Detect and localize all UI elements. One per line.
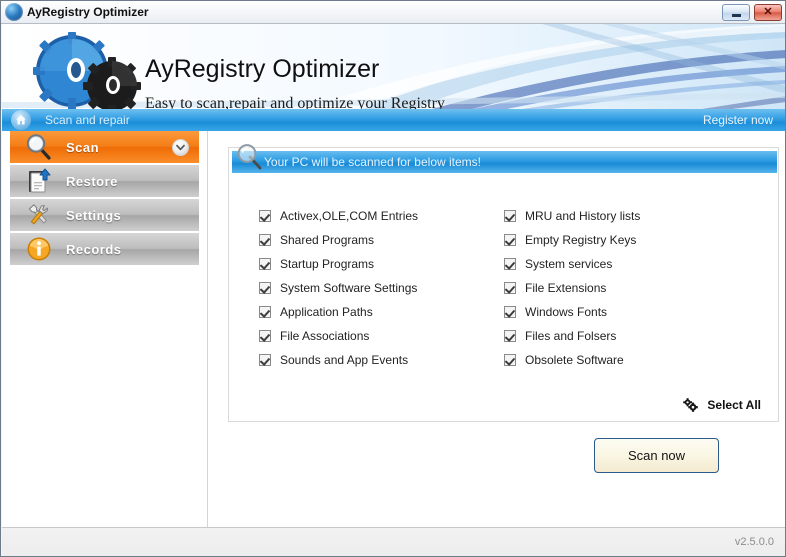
list-item[interactable]: Activex,OLE,COM Entries (259, 204, 481, 228)
list-item-label: MRU and History lists (525, 209, 641, 223)
select-all-button[interactable]: Select All (683, 398, 761, 412)
list-item[interactable]: Startup Programs (259, 252, 481, 276)
select-all-label: Select All (707, 398, 761, 412)
header-banner: AyRegistry Optimizer Easy to scan,repair… (2, 24, 785, 109)
list-item[interactable]: System Software Settings (259, 276, 481, 300)
list-item-label: File Extensions (525, 281, 607, 295)
list-item[interactable]: File Extensions (504, 276, 726, 300)
checkbox-mru-and-history-lists[interactable] (504, 210, 516, 222)
list-item[interactable]: System services (504, 252, 726, 276)
checkbox-application-paths[interactable] (259, 306, 271, 318)
tools-icon (24, 200, 54, 230)
list-item[interactable]: Application Paths (259, 300, 481, 324)
sidebar-item-records[interactable]: Records (10, 233, 199, 267)
scan-now-label: Scan now (627, 448, 686, 463)
application-window: AyRegistry Optimizer ✕ AyRegistry Optimi… (0, 0, 786, 557)
magnifier-icon (237, 144, 262, 170)
checkbox-shared-programs[interactable] (259, 234, 271, 246)
close-icon: ✕ (763, 6, 773, 18)
list-item-label: Sounds and App Events (280, 353, 409, 367)
list-item-label: Activex,OLE,COM Entries (280, 209, 419, 223)
list-item-label: Startup Programs (280, 257, 375, 271)
checkbox-files-and-folsers[interactable] (504, 330, 516, 342)
list-item[interactable]: Files and Folsers (504, 324, 726, 348)
checkbox-windows-fonts[interactable] (504, 306, 516, 318)
checkbox-startup-programs[interactable] (259, 258, 271, 270)
version-label: v2.5.0.0 (734, 536, 774, 548)
checkbox-activex-ole-com-entries[interactable] (259, 210, 271, 222)
sidebar-item-settings[interactable]: Settings (10, 199, 199, 233)
list-item[interactable]: Sounds and App Events (259, 348, 481, 372)
scan-items-right-column: MRU and History lists Empty Registry Key… (504, 204, 726, 372)
checkbox-sounds-and-app-events[interactable] (259, 354, 271, 366)
product-tagline: Easy to scan,repair and optimize your Re… (145, 95, 445, 109)
minimize-icon (731, 13, 741, 17)
main-body: Scan Restore Settings Records Your PC wi… (2, 131, 785, 527)
list-item[interactable]: File Associations (259, 324, 481, 348)
sidebar-item-label: Scan (66, 139, 100, 155)
panel-header-label: Your PC will be scanned for below items! (264, 155, 481, 169)
checkbox-file-extensions[interactable] (504, 282, 516, 294)
panel-header: Your PC will be scanned for below items! (232, 151, 777, 173)
scan-items-left-column: Activex,OLE,COM Entries Shared Programs … (259, 204, 481, 372)
info-icon (24, 234, 54, 264)
register-now-link[interactable]: Register now (703, 113, 773, 127)
magnifier-icon (24, 132, 54, 162)
sidebar-item-label: Records (66, 241, 122, 257)
list-item-label: Windows Fonts (525, 305, 608, 319)
list-item-label: Application Paths (280, 305, 373, 319)
list-item[interactable]: Windows Fonts (504, 300, 726, 324)
list-item-label: Shared Programs (280, 233, 375, 247)
title-bar: AyRegistry Optimizer ✕ (1, 1, 785, 24)
sidebar-item-restore[interactable]: Restore (10, 165, 199, 199)
sidebar: Scan Restore Settings Records (2, 131, 208, 527)
window-controls: ✕ (722, 4, 782, 21)
checkbox-system-software-settings[interactable] (259, 282, 271, 294)
home-icon[interactable] (11, 110, 31, 130)
gears-small-icon (683, 398, 699, 412)
scan-items-panel: Your PC will be scanned for below items!… (228, 144, 780, 422)
list-item-label: Obsolete Software (525, 353, 624, 367)
gear-dark (83, 57, 141, 109)
app-globe-icon (5, 3, 23, 21)
checkbox-empty-registry-keys[interactable] (504, 234, 516, 246)
list-item-label: Files and Folsers (525, 329, 617, 343)
list-item[interactable]: Obsolete Software (504, 348, 726, 372)
content-area: Your PC will be scanned for below items!… (209, 131, 785, 527)
window-title: AyRegistry Optimizer (27, 5, 149, 19)
checkbox-file-associations[interactable] (259, 330, 271, 342)
list-item-label: System services (525, 257, 613, 271)
scan-now-button[interactable]: Scan now (594, 438, 719, 473)
list-item[interactable]: Shared Programs (259, 228, 481, 252)
close-button[interactable]: ✕ (754, 4, 782, 21)
list-item-label: File Associations (280, 329, 370, 343)
list-item[interactable]: MRU and History lists (504, 204, 726, 228)
sidebar-item-label: Settings (66, 207, 122, 223)
list-item[interactable]: Empty Registry Keys (504, 228, 726, 252)
status-bar: v2.5.0.0 (2, 527, 785, 556)
list-item-label: Empty Registry Keys (525, 233, 637, 247)
chevron-down-icon[interactable] (172, 138, 189, 156)
sidebar-item-scan[interactable]: Scan (10, 131, 199, 165)
breadcrumb: Scan and repair (45, 113, 130, 127)
navigation-bar: Scan and repair Register now (2, 109, 785, 131)
list-item-label: System Software Settings (280, 281, 418, 295)
scan-item-columns: Activex,OLE,COM Entries Shared Programs … (229, 204, 780, 372)
sidebar-item-label: Restore (66, 173, 118, 189)
checkbox-obsolete-software[interactable] (504, 354, 516, 366)
minimize-button[interactable] (722, 4, 750, 21)
product-title: AyRegistry Optimizer (145, 55, 380, 83)
restore-icon (24, 166, 54, 196)
checkbox-system-services[interactable] (504, 258, 516, 270)
